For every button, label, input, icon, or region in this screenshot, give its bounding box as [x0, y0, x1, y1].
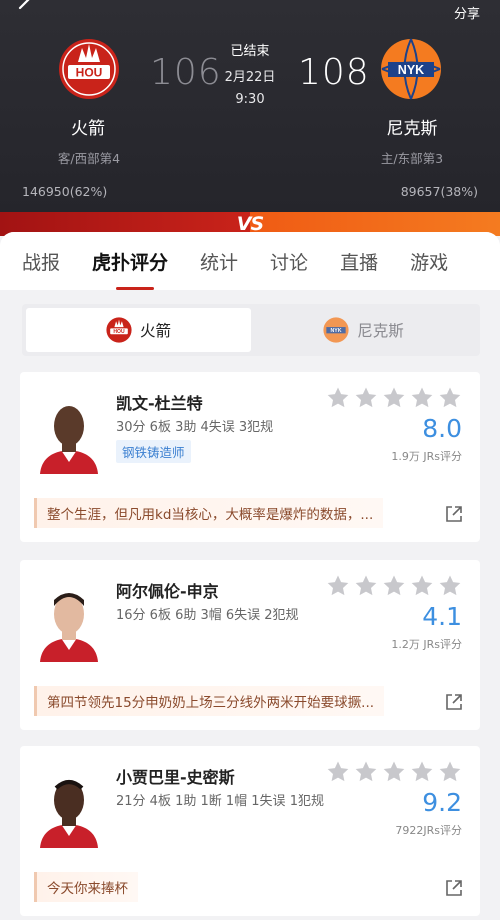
- share-external-icon[interactable]: [444, 878, 464, 898]
- player-tag: 钢铁铸造师: [116, 440, 191, 463]
- game-status: 已结束: [230, 44, 270, 59]
- player-avatar: [34, 580, 104, 662]
- player-avatar: [34, 766, 104, 848]
- tab-bar: 战报 虎扑评分 统计 讨论 直播 游戏: [0, 232, 500, 290]
- star-icon[interactable]: [382, 760, 406, 784]
- star-icon[interactable]: [438, 386, 462, 410]
- content-panel: 战报 虎扑评分 统计 讨论 直播 游戏 HOU 火箭 NYK 尼克斯 凯文-杜兰…: [0, 232, 500, 920]
- tab-live[interactable]: 直播: [340, 248, 378, 275]
- knicks-logo[interactable]: NYK: [380, 38, 442, 100]
- team-switch-rockets-label: 火箭: [139, 322, 171, 340]
- svg-text:HOU: HOU: [76, 66, 103, 80]
- game-date: 2月22日: [224, 70, 276, 85]
- rating-stars[interactable]: [322, 386, 462, 410]
- star-icon[interactable]: [382, 574, 406, 598]
- knicks-logo-icon: NYK: [323, 317, 349, 343]
- star-icon[interactable]: [382, 386, 406, 410]
- home-score: 108: [298, 52, 370, 93]
- player-name: 阿尔佩伦-申京: [116, 582, 219, 601]
- tab-game[interactable]: 游戏: [410, 248, 448, 275]
- player-rating-score: 9.2: [422, 788, 462, 817]
- home-vote-count: 89657(38%): [400, 184, 478, 199]
- home-team-name: 尼克斯: [386, 119, 438, 139]
- rockets-logo[interactable]: HOU: [58, 38, 120, 100]
- team-switch: HOU 火箭 NYK 尼克斯: [22, 304, 480, 356]
- player-avatar: [34, 392, 104, 474]
- team-switch-rockets[interactable]: HOU 火箭: [26, 308, 251, 352]
- away-vote-count: 146950(62%): [22, 184, 108, 199]
- player-rating-score: 4.1: [422, 602, 462, 631]
- star-icon[interactable]: [354, 574, 378, 598]
- player-rating-card[interactable]: 阿尔佩伦-申京 16分 6板 6助 3帽 6失误 2犯规 4.1 1.2万 JR…: [20, 560, 480, 730]
- rockets-logo-icon: HOU: [106, 317, 132, 343]
- player-stats: 21分 4板 1助 1断 1帽 1失误 1犯规: [116, 794, 324, 809]
- back-arrow-icon[interactable]: [18, 0, 40, 10]
- star-icon[interactable]: [326, 760, 350, 784]
- share-external-icon[interactable]: [444, 692, 464, 712]
- star-icon[interactable]: [354, 386, 378, 410]
- star-icon[interactable]: [410, 574, 434, 598]
- rating-stars[interactable]: [322, 760, 462, 784]
- away-team-name: 火箭: [71, 119, 105, 139]
- game-time: 9:30: [235, 92, 265, 107]
- svg-text:HOU: HOU: [113, 329, 125, 335]
- player-rating-count: 1.9万 JRs评分: [391, 450, 462, 463]
- svg-text:NYK: NYK: [398, 63, 424, 77]
- game-scoreboard: 分享 HOU 火箭 客/西部第4 106 已结束 2月22日 9:30 108 …: [0, 0, 500, 212]
- hot-comment[interactable]: 整个生涯，但凡用kd当核心，大概率是爆炸的数据，...: [34, 498, 384, 528]
- player-rating-card[interactable]: 小贾巴里-史密斯 21分 4板 1助 1断 1帽 1失误 1犯规 9.2 792…: [20, 746, 480, 916]
- player-name: 小贾巴里-史密斯: [116, 768, 235, 787]
- away-team-rank: 客/西部第4: [57, 151, 121, 166]
- player-rating-score: 8.0: [422, 414, 462, 443]
- tab-report[interactable]: 战报: [22, 248, 60, 275]
- hot-comment[interactable]: 第四节领先15分申奶奶上场三分线外两米开始要球撅...: [34, 686, 385, 716]
- tab-stats[interactable]: 统计: [200, 248, 238, 275]
- player-rating-count: 1.2万 JRs评分: [391, 638, 462, 651]
- tab-hupu-rating[interactable]: 虎扑评分: [92, 248, 168, 290]
- player-stats: 30分 6板 3助 4失误 3犯规: [116, 420, 274, 435]
- player-name: 凯文-杜兰特: [116, 394, 203, 413]
- share-external-icon[interactable]: [444, 504, 464, 524]
- rating-stars[interactable]: [322, 574, 462, 598]
- player-stats: 16分 6板 6助 3帽 6失误 2犯规: [116, 608, 299, 623]
- hot-comment[interactable]: 今天你来捧杯: [34, 872, 138, 902]
- star-icon[interactable]: [438, 760, 462, 784]
- tab-discussion[interactable]: 讨论: [270, 248, 308, 275]
- svg-text:NYK: NYK: [331, 328, 342, 334]
- team-switch-knicks-label: 尼克斯: [357, 322, 404, 340]
- home-team-rank: 主/东部第3: [380, 151, 444, 166]
- star-icon[interactable]: [410, 760, 434, 784]
- star-icon[interactable]: [326, 386, 350, 410]
- team-switch-knicks[interactable]: NYK 尼克斯: [251, 308, 476, 352]
- player-rating-card[interactable]: 凯文-杜兰特 30分 6板 3助 4失误 3犯规 钢铁铸造师 8.0 1.9万 …: [20, 372, 480, 542]
- star-icon[interactable]: [438, 574, 462, 598]
- share-button[interactable]: 分享: [454, 3, 480, 22]
- star-icon[interactable]: [410, 386, 434, 410]
- player-rating-count: 7922JRs评分: [395, 824, 462, 837]
- star-icon[interactable]: [326, 574, 350, 598]
- star-icon[interactable]: [354, 760, 378, 784]
